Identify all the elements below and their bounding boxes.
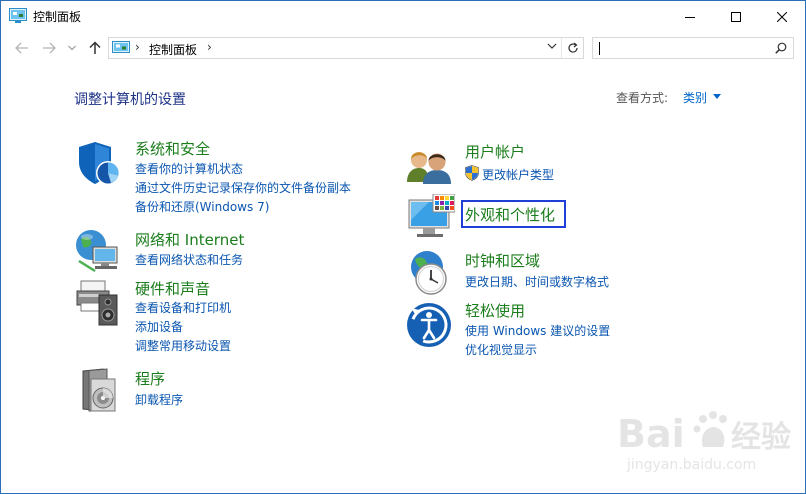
control-panel-icon [112,41,130,53]
link-add-device[interactable]: 添加设备 [135,318,183,335]
category-title-user-accounts[interactable]: 用户帐户 [465,141,525,162]
category-title-programs[interactable]: 程序 [135,368,165,389]
category-title-system-security[interactable]: 系统和安全 [135,138,210,159]
link-devices-printers[interactable]: 查看设备和打印机 [135,299,231,316]
network-globe-icon[interactable] [75,227,123,275]
chevron-down-icon[interactable] [547,42,557,50]
search-icon[interactable] [775,42,787,54]
link-windows-recommended-settings[interactable]: 使用 Windows 建议的设置 [465,322,610,339]
link-backup-restore[interactable]: 备份和还原(Windows 7) [135,198,269,215]
users-icon[interactable] [405,142,453,190]
title-bar[interactable]: 控制面板 [1,1,805,32]
window-title: 控制面板 [33,10,82,24]
control-panel-icon [9,8,27,23]
link-view-computer-status[interactable]: 查看你的计算机状态 [135,160,243,177]
svg-text:经验: 经验 [731,420,791,455]
category-title-ease-of-access[interactable]: 轻松使用 [465,300,525,321]
maximize-icon [731,11,741,22]
link-network-status[interactable]: 查看网络状态和任务 [135,251,243,268]
recent-locations-button[interactable] [61,39,83,57]
page-title: 调整计算机的设置 [74,92,186,108]
control-panel-window: 控制面板 › 控制面板 › 调整计算机的设置 查看方式: 类别 系统和安全 查看… [0,0,806,494]
chevron-down-icon [68,45,76,51]
refresh-button[interactable] [561,38,583,58]
link-uninstall-program[interactable]: 卸载程序 [135,391,183,408]
forward-arrow-icon [43,42,56,54]
ease-of-access-icon[interactable] [406,302,454,350]
link-change-date-time-format[interactable]: 更改日期、时间或数字格式 [465,273,609,290]
dropdown-arrow-icon[interactable] [713,94,721,99]
search-box[interactable] [592,37,794,59]
close-icon [777,11,787,22]
maximize-button[interactable] [713,1,759,32]
breadcrumb-separator[interactable]: › [135,40,140,54]
breadcrumb-control-panel[interactable]: 控制面板 [149,41,197,58]
category-title-hardware[interactable]: 硬件和声音 [135,278,210,299]
view-by-dropdown[interactable]: 类别 [683,89,707,106]
baidu-watermark-logo: Bai 经验 jingyan.baidu.com [617,411,791,473]
printer-speaker-icon[interactable] [75,279,123,327]
clock-globe-icon[interactable] [405,249,453,297]
close-button[interactable] [759,1,805,32]
view-by-label: 查看方式: [616,91,669,105]
category-title-clock-region[interactable]: 时钟和区域 [465,250,540,271]
link-mobility-settings[interactable]: 调整常用移动设置 [135,337,231,354]
minimize-icon [685,16,695,18]
svg-text:jingyan.baidu.com: jingyan.baidu.com [626,457,756,473]
text-caret [599,42,600,55]
address-bar[interactable]: › 控制面板 › [108,37,584,59]
link-file-history-backup[interactable]: 通过文件历史记录保存你的文件备份副本 [135,179,351,196]
back-arrow-icon [15,42,28,54]
up-arrow-icon [89,41,101,54]
refresh-icon [567,42,578,53]
forward-button[interactable] [38,39,60,57]
search-input[interactable] [599,40,769,56]
appearance-monitor-icon[interactable] [407,194,455,242]
category-title-appearance[interactable]: 外观和个性化 [465,204,555,225]
breadcrumb-separator[interactable]: › [207,40,212,54]
programs-icon[interactable] [77,367,125,415]
minimize-button[interactable] [667,1,713,32]
shield-chart-icon[interactable] [75,140,123,188]
category-title-network[interactable]: 网络和 Internet [135,229,244,250]
uac-shield-icon [465,165,479,181]
link-change-account-type[interactable]: 更改帐户类型 [482,166,554,183]
link-optimize-visual-display[interactable]: 优化视觉显示 [465,341,537,358]
svg-text:Bai: Bai [617,412,685,456]
up-button[interactable] [84,39,106,57]
back-button[interactable] [11,39,33,57]
